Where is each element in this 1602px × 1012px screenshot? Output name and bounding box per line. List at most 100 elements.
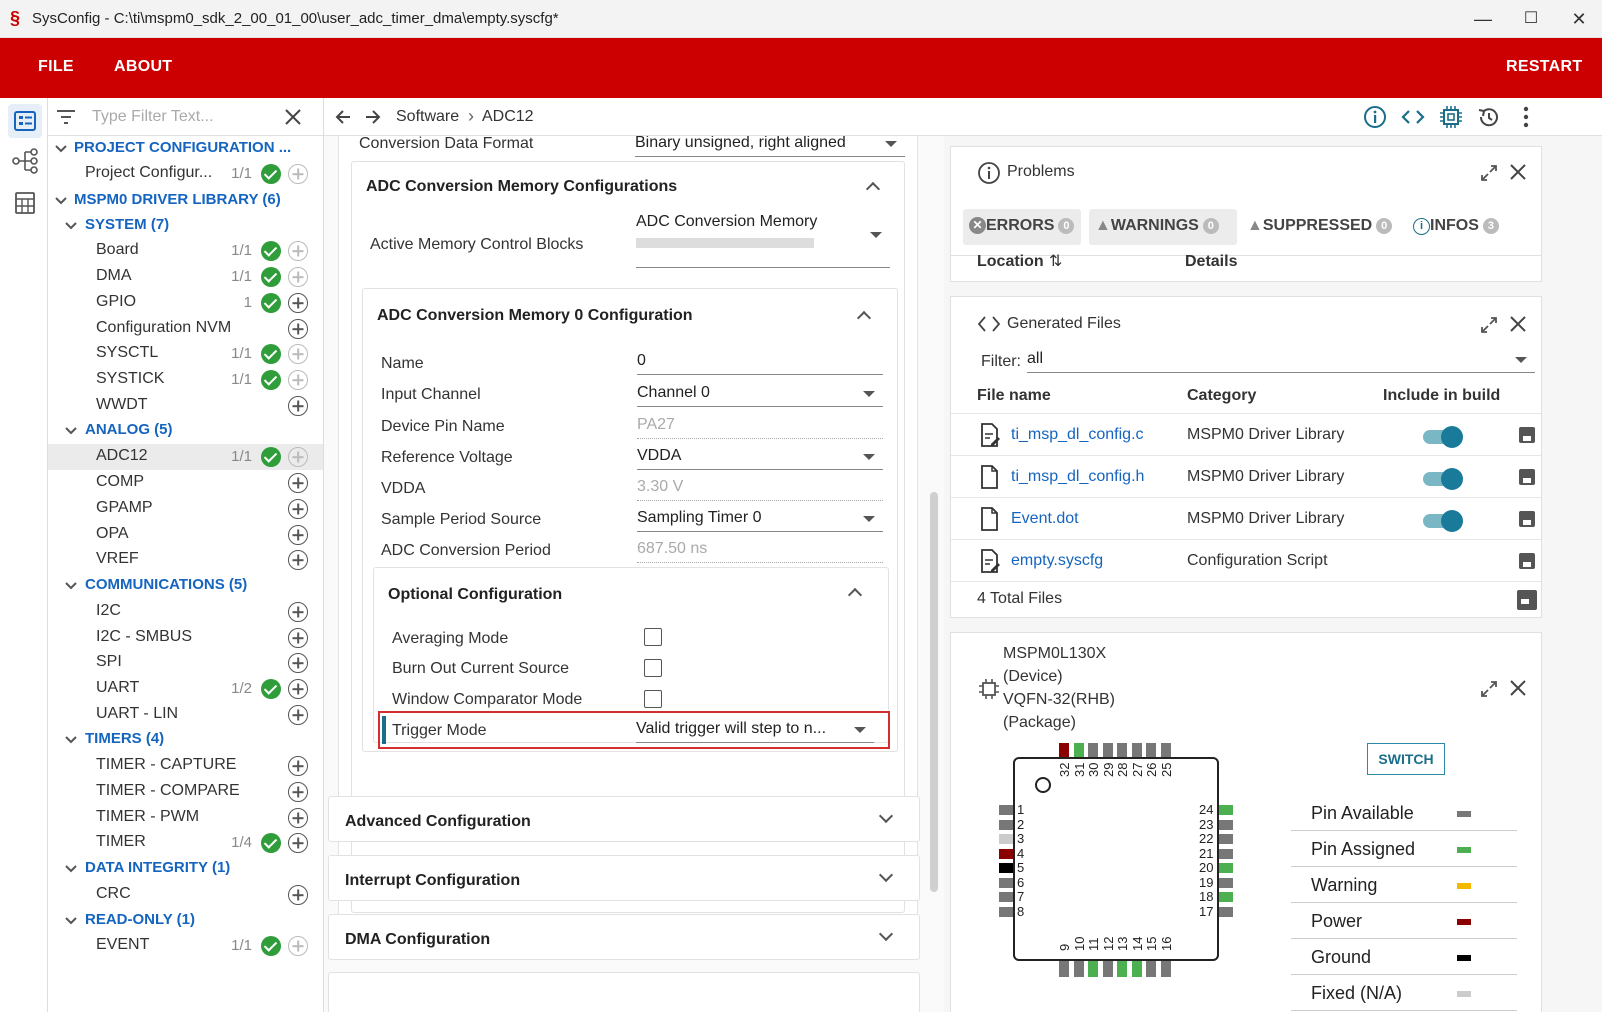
tree-item-board[interactable]: Board 1/1 [48, 238, 323, 264]
averaging-checkbox[interactable] [644, 628, 662, 646]
package-pin[interactable] [999, 819, 1013, 830]
tree-item-config-nvm[interactable]: Configuration NVM [48, 316, 323, 342]
tree-category-communications[interactable]: COMMUNICATIONS (5) [48, 573, 323, 599]
add-icon[interactable] [288, 499, 308, 519]
package-pin[interactable] [1117, 961, 1127, 977]
expand-icon[interactable] [1479, 679, 1499, 699]
add-icon[interactable] [288, 679, 308, 699]
add-icon[interactable] [288, 241, 308, 261]
tree-item-i2c-smbus[interactable]: I2C - SMBUS [48, 625, 323, 651]
package-pin[interactable] [1059, 743, 1069, 757]
add-icon[interactable] [288, 833, 308, 853]
errors-tab[interactable]: ✕ ERRORS 0 [963, 209, 1081, 245]
location-column-header[interactable]: Location [977, 253, 1044, 271]
dma-config-section[interactable]: DMA Configuration [328, 914, 920, 960]
add-icon[interactable] [288, 473, 308, 493]
minimize-button[interactable]: — [1460, 4, 1506, 34]
software-view-button[interactable] [8, 104, 42, 138]
add-icon[interactable] [288, 525, 308, 545]
save-icon[interactable] [1519, 469, 1535, 485]
package-pin[interactable] [999, 892, 1013, 902]
file-link[interactable]: Event.dot [1011, 510, 1079, 528]
package-pin[interactable] [1219, 805, 1233, 815]
tree-category-timers[interactable]: TIMERS (4) [48, 727, 323, 753]
center-scrollbar[interactable] [930, 492, 938, 892]
package-pin[interactable] [1219, 892, 1233, 902]
add-icon[interactable] [288, 319, 308, 339]
forward-arrow-icon[interactable] [364, 108, 382, 126]
save-icon[interactable] [1519, 511, 1535, 527]
tree-category-read-only[interactable]: READ-ONLY (1) [48, 908, 323, 934]
more-vertical-icon[interactable] [1520, 104, 1532, 130]
package-pin[interactable] [1219, 848, 1233, 859]
package-pin[interactable] [1131, 961, 1142, 977]
infos-tab[interactable]: i INFOS 3 [1407, 209, 1511, 245]
package-pin[interactable] [999, 834, 1013, 844]
add-icon[interactable] [288, 653, 308, 673]
package-pin[interactable] [1059, 961, 1069, 977]
add-icon[interactable] [288, 936, 308, 956]
add-icon[interactable] [288, 293, 308, 313]
save-all-icon[interactable] [1517, 590, 1537, 610]
expand-icon[interactable] [1479, 163, 1499, 183]
include-toggle[interactable] [1423, 468, 1463, 490]
package-pin[interactable] [999, 863, 1013, 873]
file-filter-select[interactable]: all [1027, 347, 1535, 373]
package-pin[interactable] [999, 906, 1013, 917]
advanced-config-section[interactable]: Advanced Configuration [328, 796, 920, 842]
package-pin[interactable] [1219, 834, 1233, 844]
tree-item-crc[interactable]: CRC [48, 882, 323, 908]
history-icon[interactable] [1476, 104, 1502, 130]
tree-item-gpio[interactable]: GPIO 1 [48, 290, 323, 316]
interrupt-config-section[interactable]: Interrupt Configuration [328, 855, 920, 901]
package-pin[interactable] [1219, 877, 1233, 888]
tree-item-timer-capture[interactable]: TIMER - CAPTURE [48, 753, 323, 779]
include-toggle[interactable] [1423, 426, 1463, 448]
suppressed-tab[interactable]: ▲SUPPRESSED 0 [1241, 209, 1393, 245]
package-pin[interactable] [1102, 961, 1113, 977]
package-pin[interactable] [1160, 743, 1171, 757]
collapse-chevron-icon[interactable] [865, 181, 881, 197]
close-icon[interactable] [1509, 315, 1527, 333]
file-link[interactable]: ti_msp_dl_config.h [1011, 468, 1144, 486]
chip-icon[interactable] [1438, 104, 1464, 130]
tree-item-sysctl[interactable]: SYSCTL 1/1 [48, 341, 323, 367]
tree-item-uart-lin[interactable]: UART - LIN [48, 702, 323, 728]
include-toggle[interactable] [1423, 510, 1463, 532]
add-icon[interactable] [288, 602, 308, 622]
tree-item-systick[interactable]: SYSTICK 1/1 [48, 367, 323, 393]
package-pin[interactable] [1219, 906, 1233, 917]
tree-item-wwdt[interactable]: WWDT [48, 393, 323, 419]
save-icon[interactable] [1519, 553, 1535, 569]
tree-item-timer-compare[interactable]: TIMER - COMPARE [48, 779, 323, 805]
package-pin[interactable] [999, 877, 1013, 888]
tree-item-vref[interactable]: VREF [48, 547, 323, 573]
close-icon[interactable] [1509, 163, 1527, 181]
expand-icon[interactable] [1479, 315, 1499, 335]
conv-data-format-select[interactable]: Binary unsigned, right aligned [635, 136, 905, 157]
tree-item-comp[interactable]: COMP [48, 470, 323, 496]
restart-button[interactable]: RESTART [1506, 58, 1582, 76]
trigger-mode-select[interactable]: Valid trigger will step to n... [636, 717, 874, 743]
tree-item-event[interactable]: EVENT 1/1 [48, 933, 323, 959]
close-icon[interactable] [1509, 679, 1527, 697]
add-icon[interactable] [288, 808, 308, 828]
package-pin[interactable] [1088, 743, 1098, 757]
collapse-chevron-icon[interactable] [856, 310, 872, 326]
tree-item-gpamp[interactable]: GPAMP [48, 496, 323, 522]
add-icon[interactable] [288, 344, 308, 364]
package-pin[interactable] [1102, 743, 1113, 757]
filter-input[interactable]: Type Filter Text... [92, 108, 214, 126]
package-pin[interactable] [1073, 961, 1084, 977]
info-icon[interactable] [1362, 104, 1388, 130]
package-pin[interactable] [1219, 863, 1233, 873]
package-pin[interactable] [1146, 961, 1156, 977]
package-pin[interactable] [1131, 743, 1142, 757]
tree-item-timer[interactable]: TIMER 1/4 [48, 830, 323, 856]
burnout-checkbox[interactable] [644, 659, 662, 677]
collapse-chevron-icon[interactable] [847, 587, 863, 603]
add-icon[interactable] [288, 756, 308, 776]
package-pin[interactable] [1160, 961, 1171, 977]
package-pin[interactable] [1073, 743, 1084, 757]
package-pin[interactable] [999, 805, 1013, 815]
